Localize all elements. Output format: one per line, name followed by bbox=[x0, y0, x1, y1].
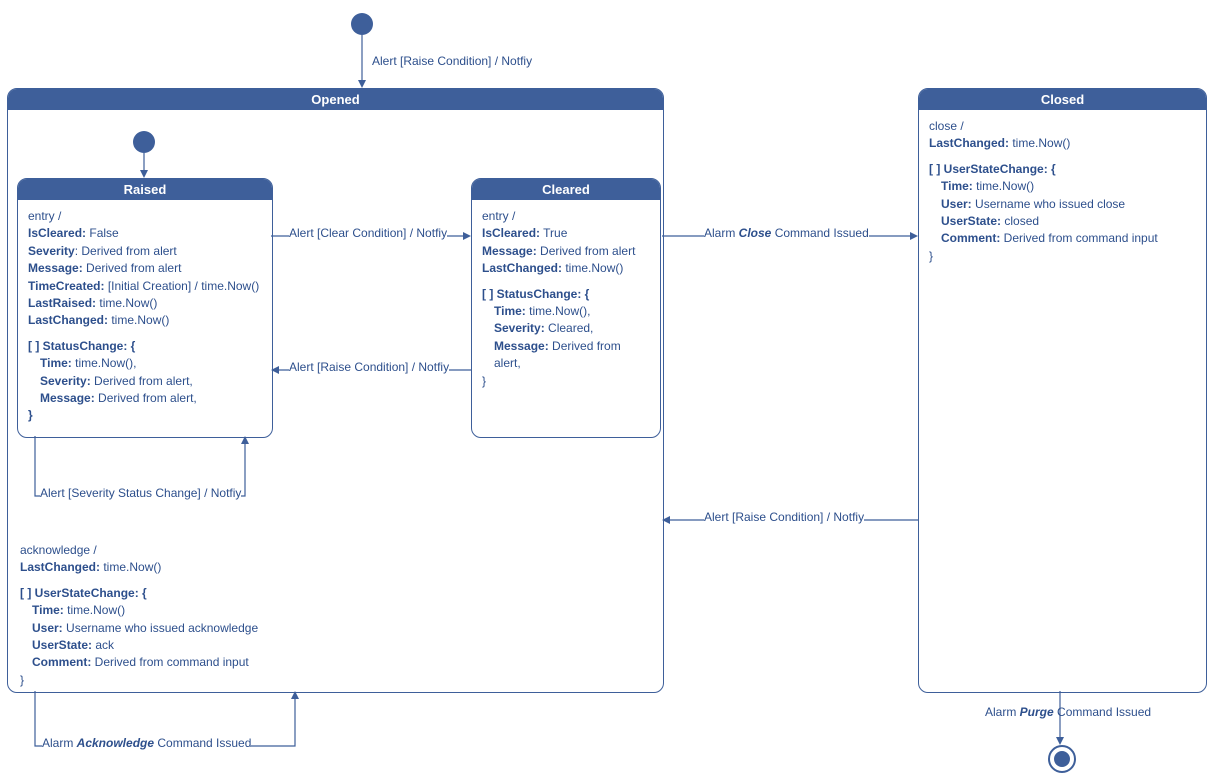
label-initial-transition: Alert [Raise Condition] / Notfiy bbox=[372, 54, 532, 68]
closed-userstate: UserState: closed bbox=[929, 213, 1196, 230]
opened-ack-block: acknowledge / LastChanged: time.Now() [ … bbox=[20, 542, 258, 689]
label-cleared-to-raised: Alert [Raise Condition] / Notfiy bbox=[289, 360, 449, 374]
raised-sc-header: [ ] StatusChange: { bbox=[28, 338, 262, 355]
ack-close: } bbox=[20, 672, 258, 689]
final-state-inner bbox=[1054, 751, 1070, 767]
raised-iscleared: IsCleared: False bbox=[28, 225, 262, 242]
raised-sc-close: } bbox=[28, 407, 262, 424]
label-opened-self-ack: Alarm Acknowledge Command Issued bbox=[42, 736, 251, 750]
label-opened-to-closed: Alarm Close Command Issued bbox=[704, 226, 869, 240]
ack-userstate: UserState: ack bbox=[20, 637, 258, 654]
raised-lastchanged: LastChanged: time.Now() bbox=[28, 312, 262, 329]
closed-user: User: Username who issued close bbox=[929, 196, 1196, 213]
initial-state-inner bbox=[133, 131, 155, 153]
cleared-sc-close: } bbox=[482, 373, 650, 390]
state-cleared-body: entry / IsCleared: True Message: Derived… bbox=[472, 200, 660, 398]
raised-severity: Severity: Derived from alert bbox=[28, 243, 262, 260]
cleared-sc-header: [ ] StatusChange: { bbox=[482, 286, 650, 303]
closed-line1: close / bbox=[929, 118, 1196, 135]
raised-sc-msg: Message: Derived from alert, bbox=[28, 390, 262, 407]
cleared-sc-sev: Severity: Cleared, bbox=[482, 320, 650, 337]
cleared-lastchanged: LastChanged: time.Now() bbox=[482, 260, 650, 277]
label-closed-to-opened: Alert [Raise Condition] / Notfiy bbox=[704, 510, 864, 524]
cleared-sc-time: Time: time.Now(), bbox=[482, 303, 650, 320]
raised-lastraised: LastRaised: time.Now() bbox=[28, 295, 262, 312]
final-state bbox=[1048, 745, 1076, 773]
closed-comment: Comment: Derived from command input bbox=[929, 230, 1196, 247]
ack-user: User: Username who issued acknowledge bbox=[20, 620, 258, 637]
raised-sc-sev: Severity: Derived from alert, bbox=[28, 373, 262, 390]
closed-usc-header: [ ] UserStateChange: { bbox=[929, 161, 1196, 178]
cleared-message: Message: Derived from alert bbox=[482, 243, 650, 260]
state-opened-header: Opened bbox=[8, 89, 663, 110]
closed-close: } bbox=[929, 248, 1196, 265]
state-cleared: Cleared entry / IsCleared: True Message:… bbox=[471, 178, 661, 438]
ack-comment: Comment: Derived from command input bbox=[20, 654, 258, 671]
raised-timecreated: TimeCreated: [Initial Creation] / time.N… bbox=[28, 278, 262, 295]
state-closed: Closed close / LastChanged: time.Now() [… bbox=[918, 88, 1207, 693]
cleared-sc-msg: Message: Derived from alert, bbox=[482, 338, 650, 373]
arrow-initial-to-opened bbox=[357, 35, 369, 88]
state-closed-header: Closed bbox=[919, 89, 1206, 110]
ack-line1: acknowledge / bbox=[20, 542, 258, 559]
state-raised-header: Raised bbox=[18, 179, 272, 200]
initial-state-top bbox=[351, 13, 373, 35]
cleared-iscleared: IsCleared: True bbox=[482, 225, 650, 242]
state-raised: Raised entry / IsCleared: False Severity… bbox=[17, 178, 273, 438]
state-closed-body: close / LastChanged: time.Now() [ ] User… bbox=[919, 110, 1206, 273]
ack-usc-header: [ ] UserStateChange: { bbox=[20, 585, 258, 602]
raised-entry: entry / bbox=[28, 208, 262, 225]
label-raised-self: Alert [Severity Status Change] / Notfiy bbox=[40, 486, 241, 500]
cleared-entry: entry / bbox=[482, 208, 650, 225]
closed-lastchanged: LastChanged: time.Now() bbox=[929, 135, 1196, 152]
label-purge: Alarm Purge Command Issued bbox=[985, 705, 1151, 719]
closed-time: Time: time.Now() bbox=[929, 178, 1196, 195]
ack-lastchanged: LastChanged: time.Now() bbox=[20, 559, 258, 576]
state-raised-body: entry / IsCleared: False Severity: Deriv… bbox=[18, 200, 272, 433]
label-raised-to-cleared: Alert [Clear Condition] / Notfiy bbox=[289, 226, 447, 240]
state-cleared-header: Cleared bbox=[472, 179, 660, 200]
arrow-inner-initial-to-raised bbox=[139, 153, 151, 178]
raised-sc-time: Time: time.Now(), bbox=[28, 355, 262, 372]
raised-message: Message: Derived from alert bbox=[28, 260, 262, 277]
ack-time: Time: time.Now() bbox=[20, 602, 258, 619]
